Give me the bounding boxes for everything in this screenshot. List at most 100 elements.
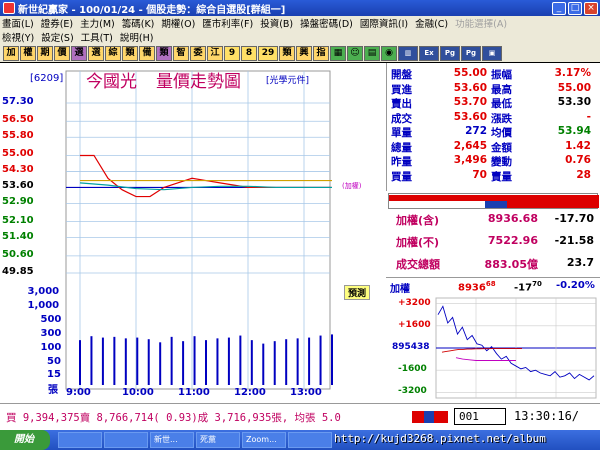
- toolbar-button-10[interactable]: 智: [173, 45, 189, 61]
- quote-label: 開盤: [391, 69, 412, 81]
- index-value: 883.05億: [484, 258, 538, 271]
- minimize-button[interactable]: _: [552, 1, 566, 15]
- frame-icon[interactable]: ▣: [482, 45, 502, 61]
- price-tick-2: 55.80: [2, 130, 34, 142]
- toolbar-button-3[interactable]: 價: [54, 45, 70, 61]
- person-icon[interactable]: ☺: [347, 45, 363, 61]
- toolbar-button-1[interactable]: 權: [20, 45, 36, 61]
- toolbar-button-4[interactable]: 選: [71, 45, 87, 61]
- quote-value: 28: [576, 168, 591, 181]
- menu-item-7[interactable]: 操盤密碼(D): [300, 16, 353, 30]
- menu-row-2: 檢視(Y) 設定(S) 工具(T) 說明(H): [0, 30, 600, 44]
- toolbar-button-2[interactable]: 期: [37, 45, 53, 61]
- mini-header: 加權 893668 -1770 -0.20%: [386, 278, 600, 295]
- taskbar-item-5[interactable]: [288, 432, 332, 448]
- price-tick-5: 53.60: [2, 180, 34, 192]
- chart-icon[interactable]: ▥: [398, 45, 418, 61]
- close-button[interactable]: ×: [584, 1, 598, 15]
- chart-unit: [光學元件]: [266, 76, 310, 86]
- menu-item-8[interactable]: 國際資訊(I): [360, 16, 408, 30]
- quote-value: 53.94: [557, 125, 591, 137]
- index-value: 8936.68: [487, 212, 538, 225]
- toolbar-number-0[interactable]: 9: [224, 45, 240, 61]
- quote-value: 53.60: [453, 81, 487, 94]
- toolbar-button-11[interactable]: 委: [190, 45, 206, 61]
- coin-icon[interactable]: ◉: [381, 45, 397, 61]
- mini-value-int: 8936: [458, 282, 486, 294]
- index-change: -21.58: [554, 234, 594, 247]
- ex-icon[interactable]: Ex: [419, 45, 439, 61]
- menu-item-3[interactable]: 籌碼(K): [122, 16, 155, 30]
- toolbar-number-1[interactable]: 8: [241, 45, 257, 61]
- mini-value-dec: 68: [485, 280, 496, 288]
- quote-value: 0.76: [565, 154, 591, 166]
- quote-label: 均價: [491, 127, 512, 139]
- menu2-item-2[interactable]: 工具(T): [81, 30, 113, 44]
- menu-item-5[interactable]: 匯市利率(F): [202, 16, 253, 30]
- maximize-button[interactable]: □: [568, 1, 582, 15]
- index-change: -17.70: [554, 212, 594, 225]
- quote-value: 1.42: [565, 139, 591, 152]
- menu2-item-0[interactable]: 檢視(Y): [2, 30, 34, 44]
- taskbar-item-2[interactable]: 新世...: [150, 432, 194, 448]
- mini-tick-2: 895438: [392, 342, 430, 352]
- quote-row-1: 買進 53.60 最高 55.00: [387, 82, 600, 96]
- menu-item-0[interactable]: 畫面(L): [2, 16, 34, 30]
- stock-code[interactable]: [6209]: [30, 73, 63, 84]
- start-button[interactable]: 開始: [0, 430, 50, 450]
- quote-label: 變動: [491, 156, 512, 168]
- stock-code-input[interactable]: 001: [454, 408, 506, 425]
- mini-tick-4: -3200: [398, 386, 427, 397]
- menu2-item-3[interactable]: 說明(H): [120, 30, 154, 44]
- toolbar-button-7[interactable]: 類: [122, 45, 138, 61]
- title-bar: 新世紀贏家 - 100/01/24 - 個股走勢：綜合自選股[群組一] _ □ …: [0, 0, 600, 16]
- quote-value: 70: [472, 168, 487, 181]
- menu-item-4[interactable]: 期權(O): [161, 16, 195, 30]
- toolbar-button2-2[interactable]: 指: [313, 45, 329, 61]
- volume-tick-3: 300: [40, 328, 62, 339]
- menu-item-2[interactable]: 主力(M): [80, 16, 115, 30]
- app-icon: [3, 2, 15, 14]
- quote-value: 272: [465, 125, 487, 137]
- quote-row-2: 賣出 53.70 最低 53.30: [387, 96, 600, 110]
- toolbar-button-0[interactable]: 加: [3, 45, 19, 61]
- menu-item-6[interactable]: 投資(B): [260, 16, 293, 30]
- screen-icon[interactable]: ▦: [330, 45, 346, 61]
- forecast-button[interactable]: 預測: [344, 285, 371, 300]
- quote-value: 2,645: [453, 139, 487, 152]
- price-tick-8: 51.40: [2, 230, 34, 242]
- taskbar-item-0[interactable]: [58, 432, 102, 448]
- menu2-item-1[interactable]: 設定(S): [41, 30, 73, 44]
- menu-item-1[interactable]: 證券(E): [41, 16, 73, 30]
- quote-label: 買量: [391, 170, 412, 183]
- index-row-0: 加權(含) 8936.68 -17.70: [386, 209, 600, 229]
- grid-icon[interactable]: ▤: [364, 45, 380, 61]
- taskbar-item-3[interactable]: 死黨: [196, 432, 240, 448]
- toolbar-button-6[interactable]: 綜: [105, 45, 121, 61]
- stock-name: 今國光: [86, 72, 137, 92]
- mini-value: 893668: [458, 280, 496, 293]
- page2-icon[interactable]: Pg: [461, 45, 481, 61]
- taskbar-item-4[interactable]: Zoom...: [242, 432, 286, 448]
- toolbar-button2-0[interactable]: 類: [279, 45, 295, 61]
- toolbar-number-2[interactable]: 29: [258, 45, 278, 61]
- menu-item-10[interactable]: 功能選擇(A): [455, 16, 507, 30]
- menu-item-9[interactable]: 金融(C): [415, 16, 448, 30]
- toolbar-button-12[interactable]: 江: [207, 45, 223, 61]
- quote-label: 金額: [491, 141, 512, 154]
- taskbar-item-1[interactable]: [104, 432, 148, 448]
- status-bar: 買 9,394,375賣 8,766,714( 0.93)成 3,716,935…: [0, 403, 600, 430]
- strip-red-2: [507, 201, 599, 208]
- toolbar-button-5[interactable]: 選: [88, 45, 104, 61]
- quote-label: 賣出: [391, 98, 412, 110]
- watermark-url: http://kujd3268.pixnet.net/album: [334, 432, 546, 445]
- quote-row-6: 昨量 3,496 變動 0.76: [387, 154, 600, 168]
- toolbar-button-9[interactable]: 類: [156, 45, 172, 61]
- time-tick-4: 13:00: [290, 387, 322, 398]
- toolbar-button-8[interactable]: 備: [139, 45, 155, 61]
- quote-label: 最高: [491, 83, 512, 96]
- price-tick-9: 50.60: [2, 248, 34, 260]
- page-icon[interactable]: Pg: [440, 45, 460, 61]
- toolbar-button2-1[interactable]: 興: [296, 45, 312, 61]
- mini-change: -1770: [514, 280, 542, 293]
